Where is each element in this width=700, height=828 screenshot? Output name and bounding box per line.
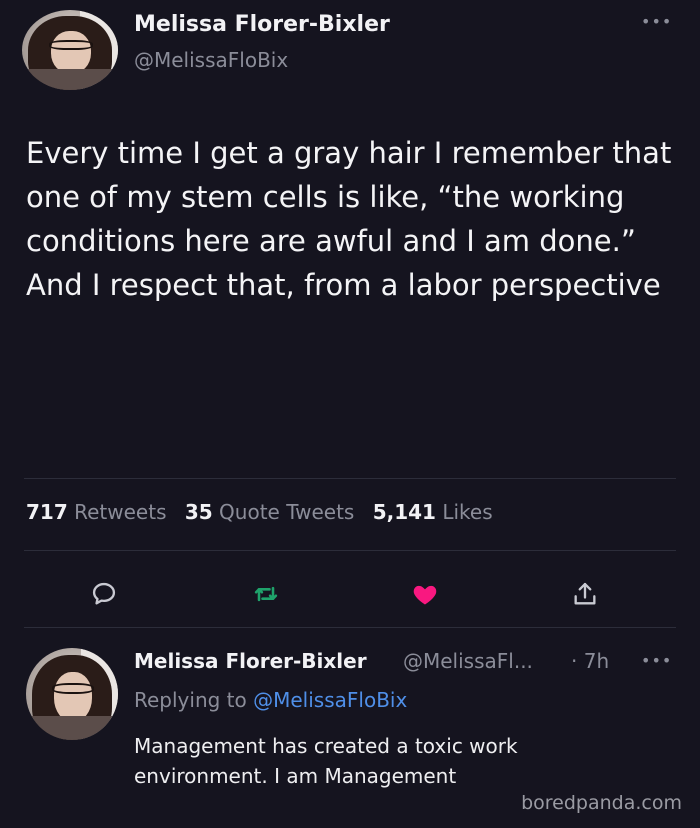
tweet-text: Every time I get a gray hair I remember … <box>26 136 672 302</box>
replying-to: Replying to @MelissaFloBix <box>134 688 407 712</box>
reply-button[interactable] <box>82 572 126 616</box>
divider <box>24 627 676 628</box>
reply-author-name[interactable]: Melissa Florer-Bixler <box>134 649 367 673</box>
tweet-stats: 717 Retweets 35 Quote Tweets 5,141 Likes <box>26 500 505 524</box>
heart-icon <box>413 585 437 605</box>
quotes-count[interactable]: 35 <box>185 500 213 524</box>
watermark: boredpanda.com <box>521 792 682 814</box>
more-options-icon[interactable]: ••• <box>641 12 672 31</box>
divider <box>24 478 676 479</box>
share-button[interactable] <box>563 572 607 616</box>
author-name[interactable]: Melissa Florer-Bixler <box>134 12 390 37</box>
tweet-actions <box>0 572 700 616</box>
likes-label[interactable]: Likes <box>442 500 492 524</box>
reply-author-avatar[interactable] <box>26 648 118 740</box>
reply-author-handle[interactable]: @MelissaFl... <box>403 649 533 673</box>
retweet-button[interactable] <box>244 572 288 616</box>
author-avatar[interactable] <box>22 10 118 90</box>
divider <box>24 550 676 551</box>
replying-prefix: Replying to <box>134 688 247 712</box>
share-icon <box>574 582 596 605</box>
like-button[interactable] <box>403 572 447 616</box>
reply-text: Management has created a toxic work envi… <box>134 734 518 788</box>
retweets-label[interactable]: Retweets <box>74 500 166 524</box>
reply-more-options-icon[interactable]: ••• <box>641 651 672 670</box>
retweet-icon <box>254 586 278 602</box>
likes-count[interactable]: 5,141 <box>373 500 436 524</box>
author-handle[interactable]: @MelissaFloBix <box>134 48 288 72</box>
retweets-count[interactable]: 717 <box>26 500 68 524</box>
reply-time[interactable]: · 7h <box>571 649 609 673</box>
tweet-header: Melissa Florer-Bixler @MelissaFloBix ••• <box>0 0 700 100</box>
quotes-label[interactable]: Quote Tweets <box>219 500 354 524</box>
replying-to-mention[interactable]: @MelissaFloBix <box>253 688 407 712</box>
reply-icon <box>92 582 116 605</box>
